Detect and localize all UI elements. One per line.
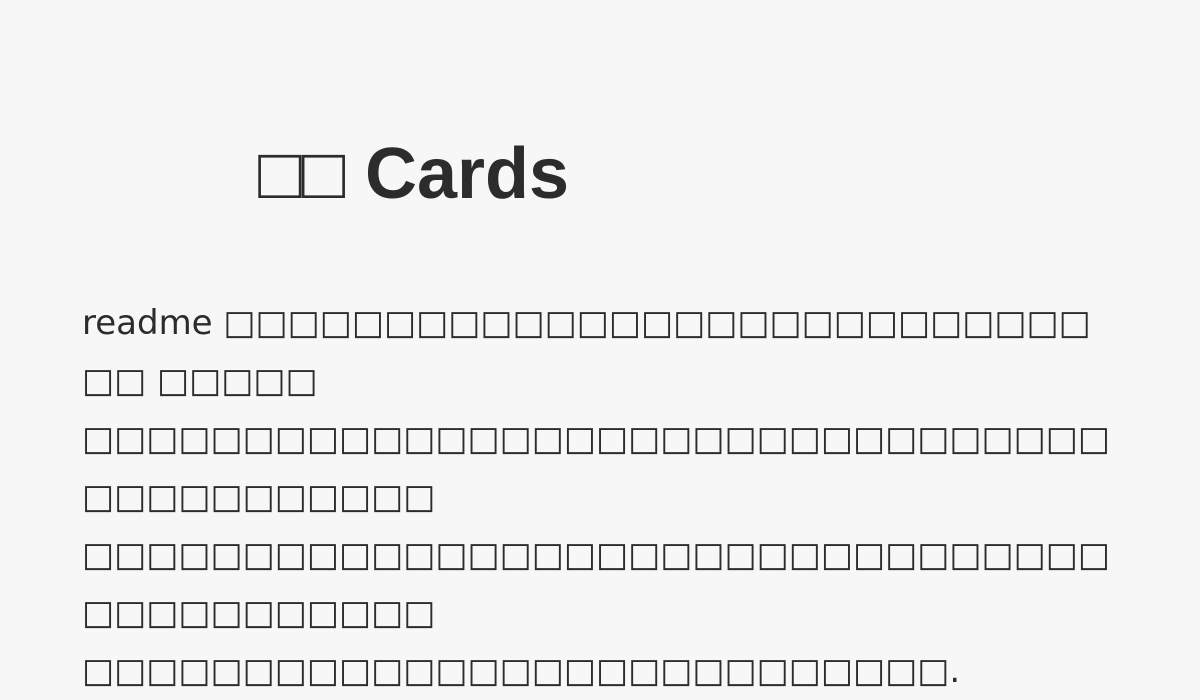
card-title: □□ Cards — [258, 134, 570, 214]
card-description: readme □□□□□□□□□□□□□□□□□□□□□□□□□□□□□ □□□… — [82, 303, 1110, 691]
og-card: □□ Cards readme □□□□□□□□□□□□□□□□□□□□□□□□… — [0, 0, 1200, 691]
